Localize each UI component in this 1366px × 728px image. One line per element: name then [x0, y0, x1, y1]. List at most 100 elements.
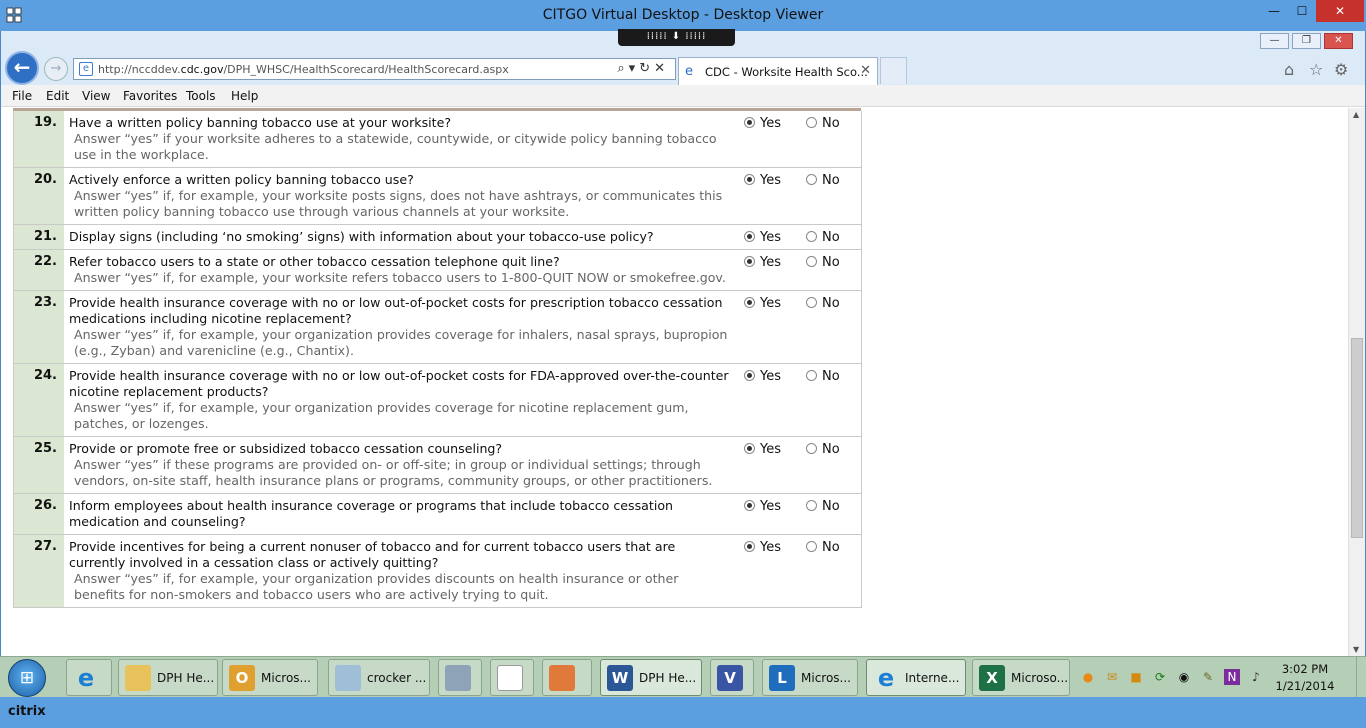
radio-no[interactable]: No [806, 369, 840, 384]
question-row: 20. Actively enforce a written policy ban… [14, 168, 861, 225]
tray-outlook-icon[interactable]: ■ [1128, 669, 1144, 685]
address-url[interactable]: http://nccddev.cdc.gov/DPH_WHSC/HealthSc… [98, 63, 509, 76]
radio-yes[interactable]: Yes [744, 173, 781, 188]
radio-no[interactable]: No [806, 499, 840, 514]
outer-close-button[interactable]: ✕ [1316, 0, 1364, 22]
radio-yes[interactable]: Yes [744, 442, 781, 457]
radio-yes[interactable]: Yes [744, 116, 781, 131]
radio-button-icon[interactable] [744, 231, 755, 242]
tray-tool-icon[interactable]: ✎ [1200, 669, 1216, 685]
menu-tools[interactable]: Tools [186, 89, 216, 103]
taskbar-button-3[interactable]: crocker ... [328, 659, 430, 696]
radio-button-icon[interactable] [806, 231, 817, 242]
tab-label: CDC - Worksite Health Sco... [705, 65, 868, 79]
scroll-thumb[interactable] [1351, 338, 1363, 538]
radio-no[interactable]: No [806, 116, 840, 131]
taskbar-label: DPH He... [639, 671, 697, 685]
taskbar-button-2[interactable]: O Micros... [222, 659, 318, 696]
radio-button-icon[interactable] [806, 370, 817, 381]
tray-sync-icon[interactable]: ⟳ [1152, 669, 1168, 685]
taskbar-button-1[interactable]: DPH He... [118, 659, 218, 696]
radio-yes[interactable]: Yes [744, 540, 781, 555]
radio-no[interactable]: No [806, 173, 840, 188]
radio-button-icon[interactable] [806, 256, 817, 267]
desktop-viewer-screen: CITGO Virtual Desktop - Desktop Viewer —… [0, 0, 1366, 728]
menu-edit[interactable]: Edit [46, 89, 69, 103]
radio-button-icon[interactable] [806, 500, 817, 511]
radio-no[interactable]: No [806, 442, 840, 457]
menu-favorites[interactable]: Favorites [123, 89, 177, 103]
document-icon [497, 665, 523, 691]
tray-onenote-icon[interactable]: N [1224, 669, 1240, 685]
question-text: Display signs (including ‘no smoking’ si… [69, 229, 654, 244]
new-tab-button[interactable] [880, 57, 907, 84]
radio-button-icon[interactable] [744, 370, 755, 381]
browser-restore-button[interactable]: ❐ [1292, 33, 1321, 49]
radio-button-icon[interactable] [806, 443, 817, 454]
taskbar-paint-pinned[interactable] [542, 659, 592, 696]
taskbar-button-6[interactable]: e Interne... [866, 659, 966, 696]
clock[interactable]: 3:02 PM 1/21/2014 [1272, 661, 1338, 695]
radio-button-icon[interactable] [806, 174, 817, 185]
radio-button-icon[interactable] [744, 541, 755, 552]
tray-volume-icon[interactable]: ♪ [1248, 669, 1264, 685]
address-bar[interactable]: e http://nccddev.cdc.gov/DPH_WHSC/Health… [73, 58, 676, 80]
tray-update-icon[interactable]: ● [1080, 669, 1096, 685]
radio-no[interactable]: No [806, 540, 840, 555]
forward-button[interactable]: → [44, 57, 68, 81]
address-tools[interactable]: ⌕▾↻✕ [617, 61, 669, 76]
browser-close-button[interactable]: ✕ [1324, 33, 1353, 49]
outer-maximize-button[interactable]: ☐ [1288, 0, 1316, 22]
outer-window-title: CITGO Virtual Desktop - Desktop Viewer [542, 7, 824, 23]
ie-icon: e [77, 664, 95, 692]
citrix-toolbar-handle[interactable]: ⁞⁞⁞⁞⁞ ⬇ ⁞⁞⁞⁞⁞ [618, 29, 735, 46]
menu-file[interactable]: File [12, 89, 32, 103]
radio-no[interactable]: No [806, 296, 840, 311]
radio-yes[interactable]: Yes [744, 499, 781, 514]
browser-tab[interactable]: e CDC - Worksite Health Sco... ✕ [678, 57, 878, 85]
taskbar-calculator-pinned[interactable] [438, 659, 482, 696]
home-icon[interactable]: ⌂ [1284, 60, 1294, 79]
vertical-scrollbar[interactable]: ▲ ▼ [1348, 108, 1365, 656]
taskbar-button-4[interactable]: W DPH He... [600, 659, 702, 696]
browser-minimize-button[interactable]: — [1260, 33, 1289, 49]
radio-button-icon[interactable] [744, 174, 755, 185]
radio-no[interactable]: No [806, 230, 840, 245]
tray-network-icon[interactable]: ◉ [1176, 669, 1192, 685]
radio-yes[interactable]: Yes [744, 230, 781, 245]
citrix-logo: citrix [8, 704, 46, 719]
radio-button-icon[interactable] [806, 117, 817, 128]
question-row: 21. Display signs (including ‘no smoking’… [14, 225, 861, 250]
back-button[interactable]: ← [5, 51, 39, 85]
radio-label: No [822, 116, 840, 131]
question-hint: Answer “yes” if, for example, your works… [74, 188, 723, 219]
radio-button-icon[interactable] [744, 443, 755, 454]
taskbar-document-pinned[interactable] [490, 659, 534, 696]
radio-button-icon[interactable] [744, 297, 755, 308]
tab-close-icon[interactable]: ✕ [860, 63, 871, 78]
menu-view[interactable]: View [82, 89, 110, 103]
show-desktop-button[interactable] [1356, 657, 1366, 698]
radio-yes[interactable]: Yes [744, 296, 781, 311]
radio-button-icon[interactable] [744, 256, 755, 267]
menu-help[interactable]: Help [231, 89, 258, 103]
taskbar-ie-pinned[interactable]: e [66, 659, 112, 696]
radio-button-icon[interactable] [744, 500, 755, 511]
folder-icon [125, 665, 151, 691]
radio-button-icon[interactable] [744, 117, 755, 128]
scroll-up-icon[interactable]: ▲ [1353, 110, 1359, 119]
settings-gear-icon[interactable]: ⚙ [1334, 60, 1348, 79]
scroll-down-icon[interactable]: ▼ [1353, 645, 1359, 654]
taskbar-button-7[interactable]: X Microso... [972, 659, 1070, 696]
tray-mail-icon[interactable]: ✉ [1104, 669, 1120, 685]
radio-no[interactable]: No [806, 255, 840, 270]
radio-button-icon[interactable] [806, 297, 817, 308]
favorites-star-icon[interactable]: ☆ [1309, 60, 1323, 79]
taskbar-button-5[interactable]: L Micros... [762, 659, 858, 696]
radio-yes[interactable]: Yes [744, 255, 781, 270]
start-button[interactable]: ⊞ [8, 659, 46, 697]
radio-yes[interactable]: Yes [744, 369, 781, 384]
radio-button-icon[interactable] [806, 541, 817, 552]
taskbar-visio-pinned[interactable]: V [710, 659, 754, 696]
outer-minimize-button[interactable]: — [1260, 0, 1288, 22]
